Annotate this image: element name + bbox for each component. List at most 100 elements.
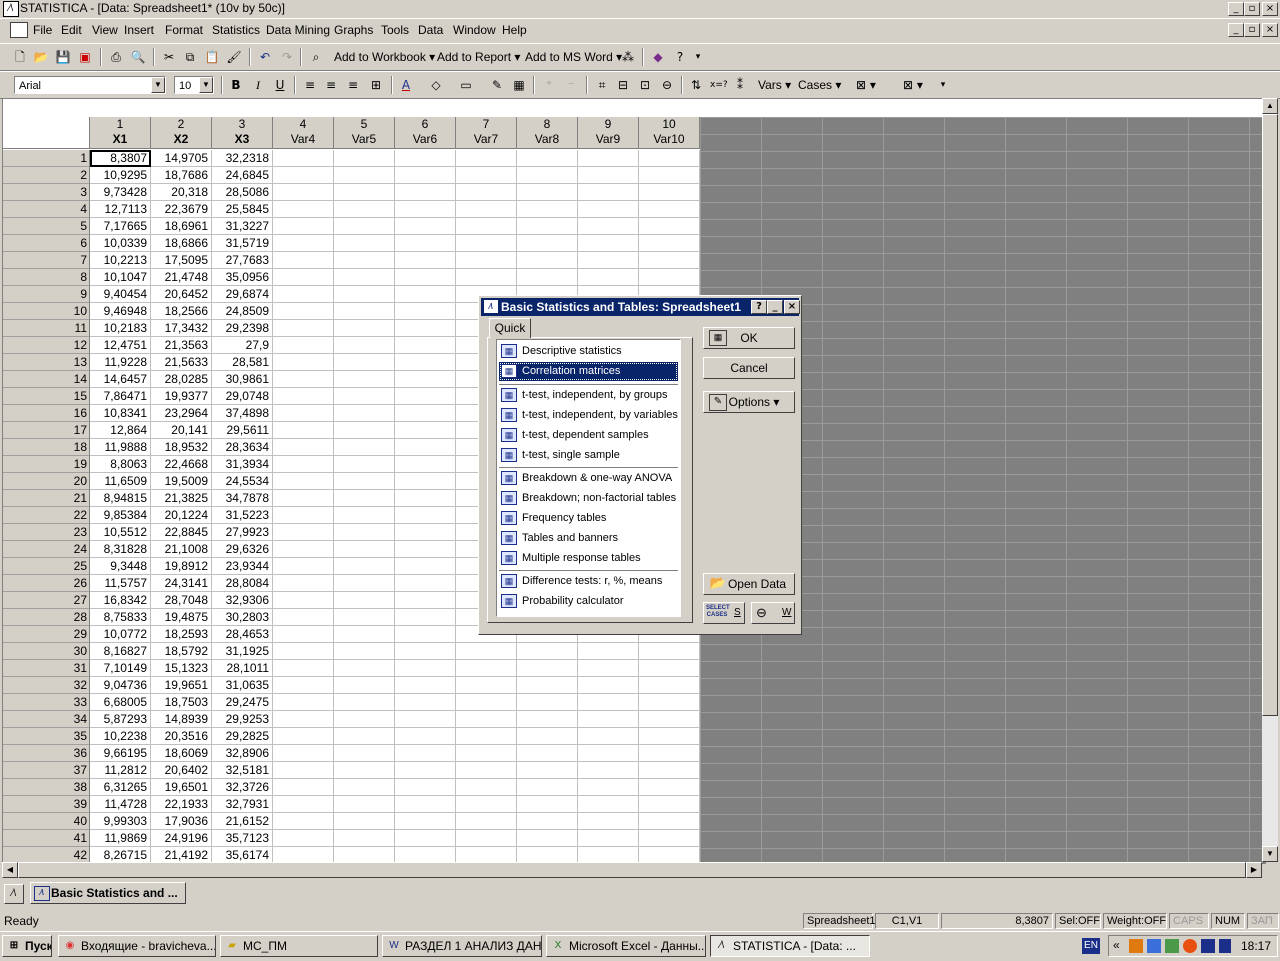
open-icon[interactable]: 📂 <box>33 49 49 65</box>
table-cell[interactable] <box>395 609 456 626</box>
table-cell[interactable] <box>334 456 395 473</box>
align-left-icon[interactable]: ≡ <box>302 77 318 93</box>
table-cell[interactable] <box>273 167 334 184</box>
table-cell[interactable]: 31,1925 <box>212 643 273 660</box>
table-cell[interactable] <box>517 167 578 184</box>
table-cell[interactable] <box>273 626 334 643</box>
font-size-select[interactable]: 10 ▼ <box>174 76 214 94</box>
table-cell[interactable] <box>395 524 456 541</box>
table-cell[interactable] <box>273 762 334 779</box>
restore-button[interactable]: ▫ <box>1244 2 1260 16</box>
add-to-report-button[interactable]: Add to Report ▾ <box>437 50 520 64</box>
dialog-close-button[interactable]: × <box>784 300 800 314</box>
table-cell[interactable] <box>456 830 517 847</box>
table-cell[interactable] <box>517 796 578 813</box>
table-cell[interactable] <box>334 269 395 286</box>
table-cell[interactable] <box>578 694 639 711</box>
table-cell[interactable] <box>395 728 456 745</box>
row-header[interactable]: 24 <box>3 541 90 558</box>
table-cell[interactable] <box>456 813 517 830</box>
table-cell[interactable]: 31,5223 <box>212 507 273 524</box>
row-header[interactable]: 31 <box>3 660 90 677</box>
table-cell[interactable]: 20,6452 <box>151 286 212 303</box>
table-cell[interactable] <box>334 779 395 796</box>
table-cell[interactable] <box>578 745 639 762</box>
table-cell[interactable]: 24,9196 <box>151 830 212 847</box>
table-cell[interactable]: 21,5633 <box>151 354 212 371</box>
table-cell[interactable] <box>578 269 639 286</box>
table-cell[interactable]: 20,3516 <box>151 728 212 745</box>
row-header[interactable]: 11 <box>3 320 90 337</box>
statistics-icon[interactable]: ◆ <box>650 49 666 65</box>
table-cell[interactable] <box>639 830 700 847</box>
table-cell[interactable] <box>334 813 395 830</box>
table-cell[interactable] <box>395 643 456 660</box>
table-cell[interactable] <box>395 507 456 524</box>
table-cell[interactable] <box>273 694 334 711</box>
row-header[interactable]: 28 <box>3 609 90 626</box>
table-cell[interactable] <box>517 813 578 830</box>
table-cell[interactable] <box>273 439 334 456</box>
row-header[interactable]: 6 <box>3 235 90 252</box>
table-cell[interactable]: 7,86471 <box>90 388 151 405</box>
table-cell[interactable]: 18,2593 <box>151 626 212 643</box>
sort-icon[interactable]: ⇅ <box>688 77 704 93</box>
table-cell[interactable] <box>273 201 334 218</box>
transpose-icon[interactable]: ⁑ <box>732 77 748 93</box>
table-cell[interactable] <box>273 575 334 592</box>
marker-icon[interactable]: ⊠ ▾ <box>895 77 931 93</box>
cross-tab-icon[interactable]: ⌗ <box>594 77 610 93</box>
table-cell[interactable]: 19,8912 <box>151 558 212 575</box>
table-cell[interactable] <box>334 507 395 524</box>
table-cell[interactable] <box>517 184 578 201</box>
doc-close-button[interactable]: × <box>1262 23 1278 37</box>
statistica-window-icon[interactable]: ⁄\ <box>4 884 24 904</box>
table-cell[interactable] <box>273 218 334 235</box>
table-cell[interactable]: 12,4751 <box>90 337 151 354</box>
table-cell[interactable] <box>639 218 700 235</box>
row-header[interactable]: 21 <box>3 490 90 507</box>
table-cell[interactable] <box>273 524 334 541</box>
menu-help[interactable]: Help <box>502 23 527 37</box>
table-cell[interactable] <box>395 796 456 813</box>
table-cell[interactable] <box>639 745 700 762</box>
table-cell[interactable] <box>395 711 456 728</box>
table-cell[interactable] <box>395 541 456 558</box>
italic-button[interactable]: I <box>250 77 266 93</box>
row-header[interactable]: 3 <box>3 184 90 201</box>
table-cell[interactable] <box>578 167 639 184</box>
row-header[interactable]: 17 <box>3 422 90 439</box>
fill-color-icon[interactable]: ◇ <box>428 77 444 93</box>
table-cell[interactable] <box>639 711 700 728</box>
tray-network-icon[interactable] <box>1147 939 1161 953</box>
table-cell[interactable] <box>334 252 395 269</box>
table-cell[interactable]: 29,5611 <box>212 422 273 439</box>
table-cell[interactable]: 15,1323 <box>151 660 212 677</box>
table-cell[interactable]: 14,8939 <box>151 711 212 728</box>
table-cell[interactable]: 17,3432 <box>151 320 212 337</box>
cases-dropdown[interactable]: Cases ▾ <box>798 78 841 92</box>
table-cell[interactable]: 18,6866 <box>151 235 212 252</box>
table-cell[interactable]: 14,6457 <box>90 371 151 388</box>
table-cell[interactable] <box>578 252 639 269</box>
row-header[interactable]: 19 <box>3 456 90 473</box>
table-cell[interactable] <box>639 235 700 252</box>
table-cell[interactable] <box>273 796 334 813</box>
row-header[interactable]: 10 <box>3 303 90 320</box>
table-cell[interactable] <box>273 235 334 252</box>
table-cell[interactable] <box>395 473 456 490</box>
table-cell[interactable] <box>395 303 456 320</box>
mdi-tab-basic-statistics[interactable]: ⁄\ Basic Statistics and ... <box>30 882 186 904</box>
table-cell[interactable] <box>334 626 395 643</box>
table-cell[interactable] <box>334 711 395 728</box>
table-cell[interactable] <box>273 320 334 337</box>
table-cell[interactable] <box>517 201 578 218</box>
table-cell[interactable]: 8,3807 <box>90 150 151 167</box>
list-item[interactable]: ▦ t-test, single sample <box>499 446 678 465</box>
row-header[interactable]: 12 <box>3 337 90 354</box>
table-cell[interactable] <box>517 677 578 694</box>
table-cell[interactable]: 21,6152 <box>212 813 273 830</box>
row-header[interactable]: 25 <box>3 558 90 575</box>
table-cell[interactable]: 32,3726 <box>212 779 273 796</box>
row-header[interactable]: 23 <box>3 524 90 541</box>
